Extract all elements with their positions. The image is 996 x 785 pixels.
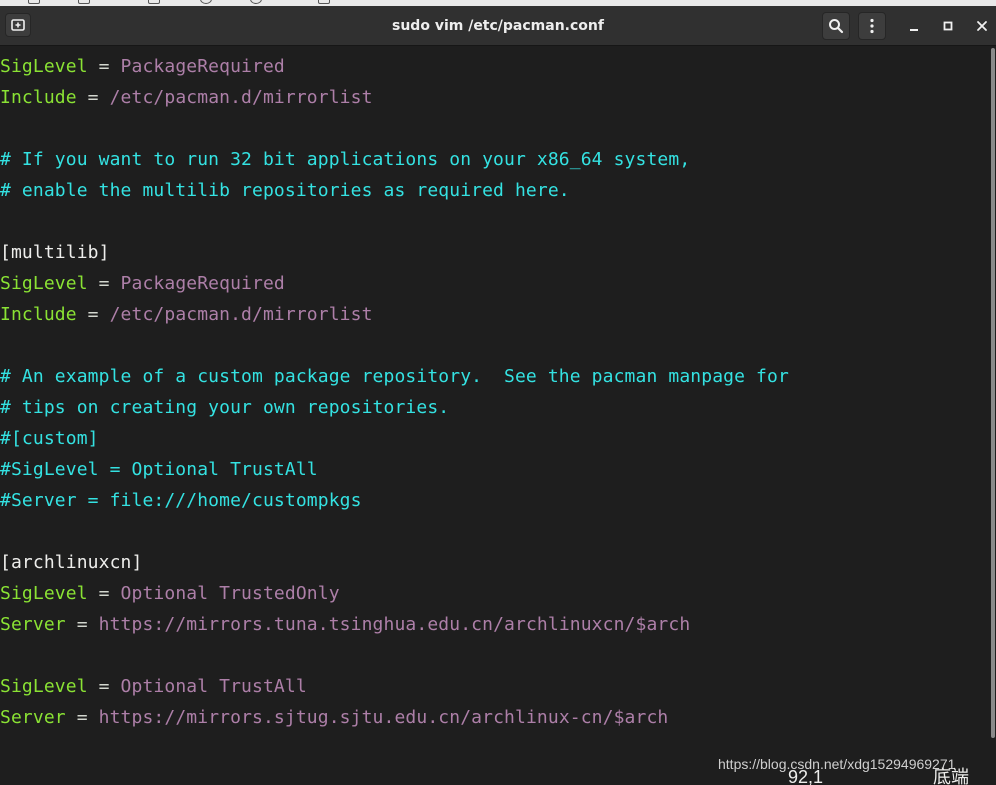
search-icon	[829, 19, 844, 34]
toolbar-icon[interactable]	[318, 0, 330, 4]
config-key: SigLevel	[0, 273, 88, 294]
config-line[interactable]: SigLevel = Optional TrustedOnly	[0, 578, 340, 609]
config-value: Optional TrustedOnly	[120, 583, 340, 604]
config-key: Server	[0, 707, 66, 728]
vim-editor[interactable]: SigLevel = PackageRequired Include = /et…	[0, 46, 988, 785]
scrollbar-thumb[interactable]	[991, 48, 995, 738]
config-line[interactable]: SigLevel = PackageRequired	[0, 268, 285, 299]
config-line[interactable]: Server = https://mirrors.sjtug.sjtu.edu.…	[0, 702, 668, 733]
assign-operator: =	[65, 614, 99, 635]
new-tab-icon	[11, 19, 25, 31]
comment-line[interactable]: #SigLevel = Optional TrustAll	[0, 454, 318, 485]
config-value: /etc/pacman.d/mirrorlist	[109, 87, 373, 108]
close-icon	[977, 21, 987, 31]
undo-icon[interactable]	[200, 0, 212, 4]
assign-operator: =	[65, 707, 99, 728]
comment-line[interactable]: # tips on creating your own repositories…	[0, 392, 449, 423]
config-line[interactable]: SigLevel = Optional TrustAll	[0, 671, 307, 702]
redo-icon[interactable]	[250, 0, 262, 4]
assign-operator: =	[87, 583, 121, 604]
config-key: SigLevel	[0, 56, 88, 77]
toolbar-icon[interactable]	[148, 0, 160, 4]
comment-line[interactable]: #Server = file:///home/custompkgs	[0, 485, 362, 516]
maximize-icon	[943, 21, 953, 31]
minimize-button[interactable]	[902, 14, 926, 38]
comment-line[interactable]: #[custom]	[0, 423, 99, 454]
search-button[interactable]	[822, 12, 850, 40]
toolbar-icon[interactable]	[78, 0, 90, 4]
comment-line[interactable]: # An example of a custom package reposit…	[0, 361, 789, 392]
watermark: https://blog.csdn.net/xdg15294969271	[718, 756, 956, 772]
cursor-position: 92,1	[788, 767, 824, 785]
kebab-menu-icon	[870, 18, 874, 34]
assign-operator: =	[76, 87, 110, 108]
config-value: /etc/pacman.d/mirrorlist	[109, 304, 373, 325]
config-value: https://mirrors.sjtug.sjtu.edu.cn/archli…	[98, 707, 669, 728]
config-key: SigLevel	[0, 676, 88, 697]
section-header[interactable]: [archlinuxcn]	[0, 547, 142, 578]
comment-line[interactable]: # enable the multilib repositories as re…	[0, 175, 570, 206]
new-tab-button[interactable]	[5, 13, 31, 37]
menu-button[interactable]	[858, 12, 886, 40]
config-key: Server	[0, 614, 66, 635]
assign-operator: =	[87, 273, 121, 294]
config-key: Include	[0, 87, 77, 108]
maximize-button[interactable]	[936, 14, 960, 38]
config-value: Optional TrustAll	[120, 676, 307, 697]
config-value: PackageRequired	[120, 56, 285, 77]
config-value: https://mirrors.tuna.tsinghua.edu.cn/arc…	[98, 614, 691, 635]
close-button[interactable]	[970, 14, 994, 38]
scroll-position: 底端	[933, 767, 969, 785]
comment-line[interactable]: # If you want to run 32 bit applications…	[0, 144, 690, 175]
terminal-window: sudo vim /etc/pacman.conf SigLevel = Pac…	[0, 0, 996, 785]
assign-operator: =	[76, 304, 110, 325]
config-key: Include	[0, 304, 77, 325]
config-line[interactable]: Include = /etc/pacman.d/mirrorlist	[0, 82, 373, 113]
config-line[interactable]: SigLevel = PackageRequired	[0, 51, 285, 82]
assign-operator: =	[87, 676, 121, 697]
toolbar-icon[interactable]	[28, 0, 40, 4]
config-line[interactable]: Include = /etc/pacman.d/mirrorlist	[0, 299, 373, 330]
minimize-icon	[910, 29, 918, 31]
config-value: PackageRequired	[120, 273, 285, 294]
config-line[interactable]: Server = https://mirrors.tuna.tsinghua.e…	[0, 609, 690, 640]
titlebar: sudo vim /etc/pacman.conf	[0, 6, 996, 46]
config-key: SigLevel	[0, 583, 88, 604]
assign-operator: =	[87, 56, 121, 77]
section-header[interactable]: [multilib]	[0, 237, 110, 268]
